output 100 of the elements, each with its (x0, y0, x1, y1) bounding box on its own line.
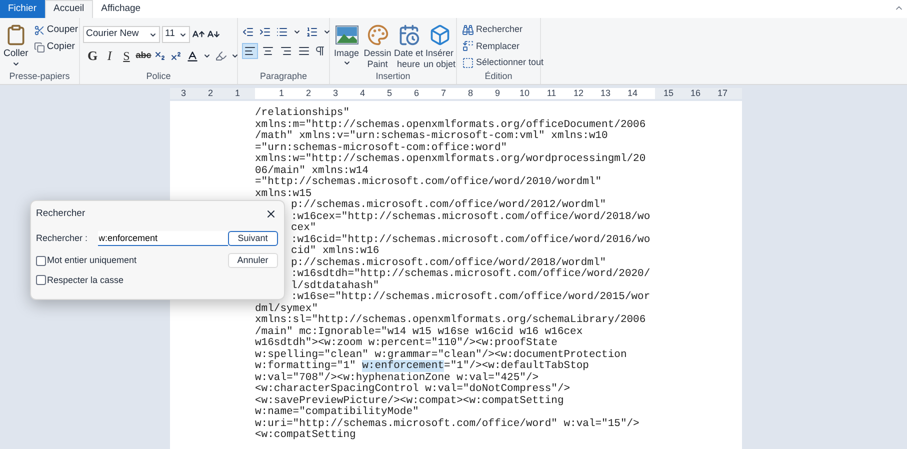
dialog-title: Rechercher (36, 206, 86, 221)
ruler-number: 17 (717, 88, 728, 98)
align-button[interactable] (242, 43, 258, 59)
code-line: w:spelling="clean" w:grammar="clean"/><w:documentProtection (255, 348, 627, 360)
ruler-number: 2 (306, 88, 311, 98)
indent-decrease-icon[interactable] (242, 26, 254, 38)
dropdown-caret-icon (179, 30, 187, 38)
code-line: <w:characterSpacingControl w:val="doNotCompress"/> (255, 383, 570, 395)
edit-button[interactable]: Rechercher (462, 23, 544, 36)
find-field[interactable]: w:enforcement (98, 231, 228, 246)
insert-button[interactable]: Insérer un objet (426, 24, 454, 72)
group-label: Insertion (376, 72, 410, 81)
copy-icon (34, 42, 45, 53)
code-line: w:uri="http://schemas.microsoft.com/office/word" w:val="15"/> (255, 418, 640, 430)
font-size-dropdown[interactable]: 11 (162, 26, 190, 43)
ruler-number: 2 (208, 88, 213, 98)
code-line: ="http://schemas.microsoft.com/office/word/2010/wordml" (255, 176, 602, 188)
landscape-picture-icon (334, 24, 358, 46)
code-text: w:formatting="1" (255, 360, 356, 372)
code-line: w:val="708"/><w:hyphenationZone w:val="425"/> (255, 372, 539, 384)
code-line: ="urn:schemas-microsoft-com:office:word" (255, 142, 508, 154)
code-line: :w16cex="http://schemas.microsoft.com/office/word/2018/wo (291, 210, 650, 222)
insert-button[interactable]: Dessin Paint (364, 24, 392, 72)
replace-icon (462, 40, 474, 52)
ruler-number: 13 (600, 88, 610, 98)
code-line: :w16cid="http://schemas.microsoft.com/office/word/2016/wo (291, 234, 650, 246)
code-line: l/sdtdatahash" (291, 280, 380, 292)
code-text: ="1"/><w:defaultTabStop (444, 360, 589, 372)
ruler-number: 3 (180, 88, 186, 98)
subscript-icon[interactable] (154, 50, 166, 62)
code-line: dml/symex" (255, 302, 318, 314)
ruler-number: 4 (360, 88, 365, 98)
align-left-icon (244, 45, 256, 57)
format-button[interactable]: I (103, 49, 116, 63)
format-button[interactable]: G (86, 49, 99, 63)
ruler-number: 6 (414, 88, 419, 98)
dropdown-caret-icon (323, 28, 331, 36)
insert-button[interactable]: Image (332, 24, 360, 72)
ruler-number: 3 (332, 88, 338, 98)
edit-button[interactable]: Sélectionner tout (462, 56, 544, 70)
ribbon-tab[interactable]: Accueil (44, 0, 94, 18)
code-line: /math" xmlns:v="urn:schemas-microsoft-com:vml" xmlns:w10 (255, 130, 608, 142)
dropdown-caret-icon (12, 60, 20, 68)
dialog-button[interactable]: Annuler (228, 253, 278, 268)
dropdown-caret-icon (149, 30, 157, 38)
dropdown-caret-icon (203, 52, 211, 60)
code-line: <w:compatSetting (255, 429, 356, 441)
paste-button[interactable]: Coller (0, 22, 31, 72)
ruler-number: 14 (627, 88, 638, 98)
ruler-number: 12 (573, 88, 584, 98)
highlighter-icon[interactable] (215, 50, 227, 62)
ruler-number: 11 (546, 88, 556, 98)
group-label: Police (146, 72, 171, 81)
ruler-number: 1 (278, 88, 284, 98)
code-line: xmlns:sl="http://schemas.openxmlformats.org/schemaLibrary/2006 (255, 314, 646, 326)
code-line: w:name="compatibilityMode" (255, 406, 419, 418)
indent-increase-icon[interactable] (259, 26, 271, 38)
code-line: /main" mc:Ignorable="w14 w15 w16se w16cid w16 w16cex (255, 326, 583, 338)
find-label: Rechercher : (36, 232, 88, 245)
code-line: xmlns:m="http://schemas.openxmlformats.org/officeDocument/2006 (255, 118, 646, 130)
dropdown-caret-icon (231, 52, 239, 60)
code-line: :w16se="http://schemas.microsoft.com/office/word/2015/wor (291, 291, 650, 303)
dropdown-caret-icon (342, 59, 350, 67)
highlighted-match: w:enforcement (362, 360, 444, 372)
ruler-number: 10 (519, 88, 530, 98)
ruler-number: 5 (386, 88, 392, 98)
ruler-number: 15 (663, 88, 674, 98)
ruler-number: 8 (468, 88, 473, 98)
ruler-number: 16 (690, 88, 700, 98)
edit-button[interactable]: Remplacer (462, 40, 544, 53)
ruler-number: 9 (494, 88, 500, 98)
font-color-icon[interactable] (186, 50, 199, 62)
group-label: Édition (484, 72, 512, 81)
pilcrow-icon[interactable] (314, 45, 326, 57)
format-button[interactable]: abc (137, 49, 150, 63)
copy-button[interactable]: Copier (34, 40, 78, 54)
file-menu-button[interactable]: Fichier (0, 0, 45, 18)
group-label: Presse-papiers (9, 72, 70, 81)
superscript-icon[interactable] (170, 50, 182, 62)
code-line: 06/main" xmlns:w14 (255, 164, 368, 176)
ruler-number: 7 (440, 88, 446, 98)
code-line: /relationships" (255, 107, 350, 119)
checkbox[interactable] (36, 256, 46, 266)
code-line: w16sdtdh"><w:zoom w:percent="110"/><w:proofState (255, 337, 558, 349)
dialog-button[interactable]: Suivant (228, 231, 278, 246)
code-line: xmlns:w="http://schemas.openxmlformats.org/wordprocessingml/20 (255, 153, 646, 165)
font-family-dropdown[interactable]: Courier New (83, 26, 160, 43)
checkbox-label: Mot entier uniquement (47, 254, 137, 267)
close-icon[interactable] (265, 208, 277, 220)
ruler-number: 1 (234, 88, 240, 98)
ribbon-tab[interactable]: Affichage (93, 0, 149, 18)
dashed-square-icon (462, 56, 474, 69)
cut-button[interactable]: Couper (34, 23, 78, 38)
code-line: :w16sdtdh="http://schemas.microsoft.com/office/word/2020/ (291, 268, 650, 280)
numbered-list-icon[interactable] (306, 26, 318, 38)
insert-button[interactable]: Date et heure (394, 24, 422, 72)
checkbox-label: Respecter la casse (47, 274, 124, 287)
align-justify-icon (298, 45, 310, 57)
format-button[interactable]: S (120, 49, 133, 63)
checkbox[interactable] (36, 275, 46, 286)
